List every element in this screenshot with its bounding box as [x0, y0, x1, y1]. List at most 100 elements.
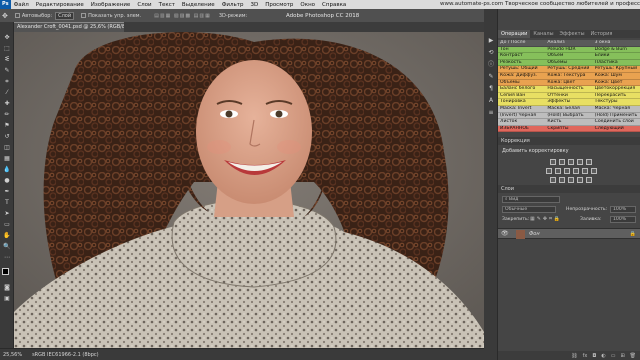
action-button[interactable]: Ретушь: Крупный — [593, 66, 640, 72]
type-tool-icon[interactable]: T — [3, 199, 11, 207]
menu-image[interactable]: Изображение — [91, 2, 131, 8]
new-adjustment-icon[interactable]: ◐ — [601, 353, 605, 359]
marquee-tool-icon[interactable]: ⬚ — [3, 45, 11, 53]
color-balance-adj-icon[interactable] — [555, 168, 561, 174]
document-canvas[interactable] — [14, 32, 484, 348]
action-button[interactable]: Цветокоррекция — [593, 86, 640, 92]
menu-layers[interactable]: Слои — [137, 2, 151, 8]
quick-select-tool-icon[interactable]: ✎ — [3, 67, 11, 75]
tab-history[interactable]: История — [588, 30, 616, 38]
history-brush-icon[interactable]: ↺ — [3, 133, 11, 141]
screen-mode-icon[interactable]: ▣ — [3, 295, 11, 303]
gradient-tool-icon[interactable]: ▦ — [3, 155, 11, 163]
hue-sat-adj-icon[interactable] — [546, 168, 552, 174]
delete-layer-icon[interactable]: 🗑 — [630, 353, 636, 359]
action-button[interactable]: Оттенки — [545, 93, 592, 99]
tab-actions[interactable]: Операции — [498, 30, 531, 38]
actions-panel-icon[interactable]: ▶ — [487, 37, 495, 45]
action-button[interactable]: Маска: Чёрная — [593, 106, 640, 112]
action-button[interactable]: (Invert) Чёрная — [498, 113, 545, 119]
align-icons[interactable]: ▤▥▦ ▧▨▩ ▤▥▦ — [154, 13, 211, 19]
info-panel-icon[interactable]: ⓘ — [487, 61, 495, 69]
tab-channels[interactable]: Каналы — [530, 30, 556, 38]
eraser-tool-icon[interactable]: ◫ — [3, 144, 11, 152]
action-button[interactable]: Блики — [593, 53, 640, 59]
opacity-input[interactable]: 100% — [610, 206, 636, 213]
action-button[interactable]: Пластика — [593, 60, 640, 66]
menu-help[interactable]: Справка — [322, 2, 346, 8]
autoselect-checkbox[interactable] — [14, 13, 20, 18]
hand-tool-icon[interactable]: ✋ — [3, 232, 11, 240]
exposure-adj-icon[interactable] — [577, 159, 583, 165]
gradient-map-adj-icon[interactable] — [577, 177, 583, 183]
photo-filter-adj-icon[interactable] — [573, 168, 579, 174]
action-button[interactable]: Объёмы — [545, 60, 592, 66]
autoselect-dropdown[interactable]: Слой — [55, 11, 75, 20]
path-select-icon[interactable]: ➤ — [3, 210, 11, 218]
menu-select[interactable]: Выделение — [182, 2, 215, 8]
vibrance-adj-icon[interactable] — [586, 159, 592, 165]
action-button[interactable]: Dodge & Burn — [593, 47, 640, 53]
move-tool-icon[interactable]: ✥ — [2, 12, 8, 20]
add-mask-icon[interactable]: ◘ — [592, 353, 596, 359]
brush-settings-icon[interactable]: ✎ — [487, 73, 495, 81]
action-button[interactable]: Сепия Ван — [498, 93, 545, 99]
quick-mask-icon[interactable]: ◙ — [3, 284, 11, 292]
blend-mode-dropdown[interactable]: Обычные — [502, 206, 556, 213]
action-button[interactable]: Кожа: Цвет — [545, 80, 592, 86]
action-button[interactable]: Тон — [498, 47, 545, 53]
document-tab[interactable]: Alexander Croft_0041.psd @ 25,6% (RGB/8)… — [14, 22, 124, 32]
zoom-tool-icon[interactable]: 🔍 — [3, 243, 11, 251]
eyedropper-tool-icon[interactable]: ⁄ — [3, 89, 11, 97]
menu-file[interactable]: Файл — [14, 2, 29, 8]
action-button[interactable]: Листок — [498, 119, 545, 125]
action-button[interactable]: Кожа: Диффуз. — [498, 73, 545, 79]
visibility-eye-icon[interactable]: 👁 — [501, 230, 509, 237]
menu-window[interactable]: Окно — [300, 2, 315, 8]
healing-brush-icon[interactable]: ✚ — [3, 100, 11, 108]
action-button[interactable]: Маска: Белая — [545, 106, 592, 112]
action-button[interactable]: Контраст — [498, 53, 545, 59]
action-button[interactable]: Баланс белого — [498, 86, 545, 92]
selective-color-adj-icon[interactable] — [586, 177, 592, 183]
action-button[interactable]: Эффекты — [545, 99, 592, 105]
threshold-adj-icon[interactable] — [568, 177, 574, 183]
action-button[interactable]: Соединить слои — [593, 119, 640, 125]
history-panel-icon[interactable]: ⟲ — [487, 49, 495, 57]
new-layer-icon[interactable]: ⊞ — [620, 353, 624, 359]
lock-icons[interactable]: ▦✎✥⌗🔒 — [530, 216, 562, 222]
pen-tool-icon[interactable]: ✒ — [3, 188, 11, 196]
levels-adj-icon[interactable] — [559, 159, 565, 165]
menu-type[interactable]: Текст — [159, 2, 175, 8]
link-layers-icon[interactable]: ⛓ — [571, 353, 577, 359]
posterize-adj-icon[interactable] — [559, 177, 565, 183]
action-button[interactable]: Кожа: Текстура — [545, 73, 592, 79]
action-button[interactable]: Насыщенность — [545, 86, 592, 92]
action-button[interactable]: Объёмы — [498, 80, 545, 86]
shape-tool-icon[interactable]: ▭ — [3, 221, 11, 229]
action-button[interactable]: Текстуры — [593, 99, 640, 105]
action-button[interactable]: Перекрасить — [593, 93, 640, 99]
properties-panel-icon[interactable]: ≡ — [487, 109, 495, 117]
menu-edit[interactable]: Редактирование — [36, 2, 84, 8]
action-button[interactable]: Тонировка — [498, 99, 545, 105]
action-button[interactable]: (Hold) Применить — [593, 113, 640, 119]
action-button[interactable]: Кисть — [545, 119, 592, 125]
action-button[interactable]: Резкость — [498, 60, 545, 66]
action-button[interactable]: Кожа: Шум — [593, 73, 640, 79]
brightness-adj-icon[interactable] — [550, 159, 556, 165]
show-transform-checkbox[interactable] — [81, 13, 87, 18]
move-tool-icon[interactable]: ✥ — [3, 34, 11, 42]
zoom-level[interactable]: 25,56% — [3, 352, 22, 358]
layer-style-icon[interactable]: fx — [583, 353, 588, 359]
dodge-tool-icon[interactable]: ● — [3, 177, 11, 185]
action-button[interactable]: Следующий — [593, 126, 640, 132]
new-group-icon[interactable]: ▭ — [611, 353, 616, 359]
curves-adj-icon[interactable] — [568, 159, 574, 165]
action-button[interactable]: ИЗБРАННОЕ — [498, 126, 545, 132]
action-button[interactable]: Ретушь: Средний — [545, 66, 592, 72]
foreground-color-swatch[interactable] — [2, 268, 9, 275]
action-button[interactable]: Объём — [545, 53, 592, 59]
action-button[interactable]: Ретушь: Общий — [498, 66, 545, 72]
action-button[interactable]: Скрипты — [545, 126, 592, 132]
